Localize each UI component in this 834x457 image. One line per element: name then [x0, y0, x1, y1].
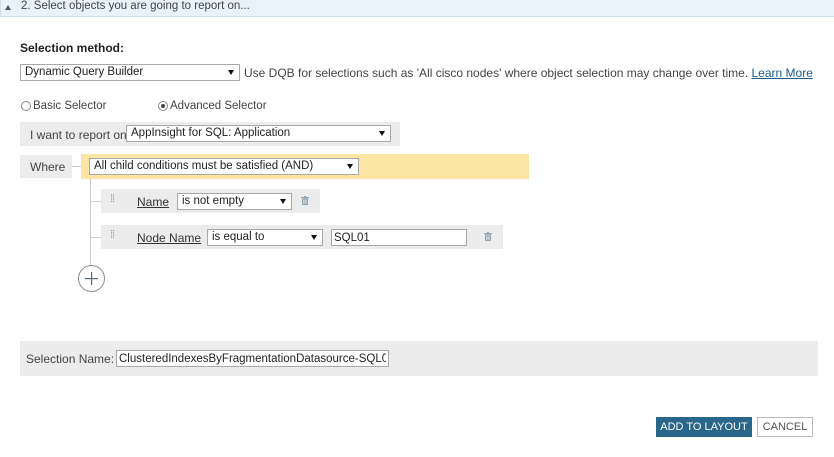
report-on-select[interactable]: AppInsight for SQL: Application [126, 125, 391, 142]
selection-method-value: Dynamic Query Builder [25, 66, 144, 78]
trash-icon[interactable] [301, 196, 309, 205]
condition-operator-value: is equal to [212, 231, 265, 243]
tree-connector [72, 166, 81, 167]
selection-method-help-text: Use DQB for selections such as 'All cisc… [244, 66, 749, 80]
condition-row: ⁞⁞ Node Name is equal to [101, 225, 503, 249]
condition-operator-select[interactable]: is equal to [207, 229, 323, 246]
report-on-label: I want to report on [30, 128, 127, 142]
collapse-triangle-icon[interactable] [5, 5, 11, 10]
condition-value-input[interactable] [331, 229, 467, 246]
report-on-value: AppInsight for SQL: Application [131, 127, 291, 139]
tree-connector [90, 237, 101, 238]
condition-operator-value: is not empty [182, 195, 244, 207]
plus-icon [85, 272, 98, 285]
dropdown-arrow-icon [311, 235, 317, 240]
trash-icon[interactable] [484, 232, 492, 241]
section-header[interactable]: 2. Select objects you are going to repor… [0, 0, 834, 17]
condition-field-label[interactable]: Node Name [137, 231, 201, 245]
dropdown-arrow-icon [280, 199, 286, 204]
dropdown-arrow-icon [228, 70, 234, 75]
advanced-selector-label[interactable]: Advanced Selector [170, 100, 267, 112]
selection-method-select[interactable]: Dynamic Query Builder [20, 64, 240, 81]
basic-selector-radio[interactable] [21, 101, 31, 111]
advanced-selector-radio[interactable] [158, 101, 168, 111]
condition-row: ⁞⁞ Name is not empty [101, 189, 320, 213]
condition-logic-select[interactable]: All child conditions must be satisfied (… [89, 158, 359, 175]
learn-more-link[interactable]: Learn More [752, 66, 813, 80]
tree-line [90, 179, 91, 269]
drag-handle-icon[interactable]: ⁞⁞ [110, 194, 115, 205]
add-condition-button[interactable] [78, 265, 105, 292]
where-box: Where [20, 155, 72, 178]
selection-method-label: Selection method: [20, 41, 125, 55]
selection-name-input[interactable] [116, 350, 389, 367]
dropdown-arrow-icon [379, 131, 385, 136]
basic-selector-label[interactable]: Basic Selector [33, 100, 107, 112]
condition-group-bar: All child conditions must be satisfied (… [81, 154, 529, 179]
selection-method-help: Use DQB for selections such as 'All cisc… [244, 66, 813, 80]
condition-logic-value: All child conditions must be satisfied (… [94, 160, 314, 172]
drag-handle-icon[interactable]: ⁞⁞ [110, 230, 115, 241]
tree-connector [90, 201, 101, 202]
condition-operator-select[interactable]: is not empty [177, 193, 292, 210]
condition-field-label[interactable]: Name [137, 195, 169, 209]
section-title: 2. Select objects you are going to repor… [21, 0, 250, 12]
selection-name-label: Selection Name: [26, 352, 115, 366]
selection-name-row: Selection Name: [20, 341, 818, 376]
dropdown-arrow-icon [347, 164, 353, 169]
add-to-layout-button[interactable]: ADD TO LAYOUT [656, 417, 752, 437]
cancel-button[interactable]: CANCEL [757, 417, 813, 437]
where-label: Where [30, 160, 66, 174]
report-on-row: I want to report on AppInsight for SQL: … [20, 122, 400, 146]
